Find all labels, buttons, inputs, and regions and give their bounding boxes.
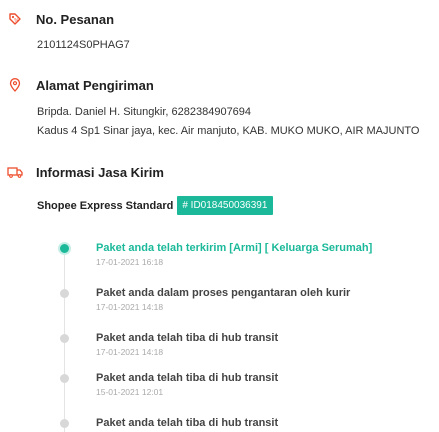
truck-icon — [4, 163, 26, 181]
shipping-section-title: Informasi Jasa Kirim — [36, 164, 164, 180]
timeline-status: Paket anda telah tiba di hub transit — [96, 372, 279, 384]
timeline-dot — [60, 419, 69, 428]
timeline-item: Paket anda telah tiba di hub transit 15-… — [0, 362, 439, 402]
timeline-status: Paket anda telah terkirim [Armi] [ Kelua… — [96, 242, 373, 254]
recipient-info: Bripda. Daniel H. Situngkir, 62823849076… — [37, 106, 252, 118]
courier-row: Shopee Express Standard # ID018450036391 — [37, 196, 274, 215]
tag-icon: % — [4, 10, 26, 28]
timeline-time: 17-01-2021 14:18 — [96, 302, 164, 312]
timeline-dot-active — [58, 242, 71, 255]
order-number: 2101124S0PHAG7 — [37, 39, 130, 51]
timeline-item: Paket anda telah terkirim [Armi] [ Kelua… — [0, 232, 439, 272]
address-section-title: Alamat Pengiriman — [36, 77, 154, 93]
timeline-item: Paket anda telah tiba di hub transit 17-… — [0, 322, 439, 362]
timeline-item: Paket anda telah tiba di hub transit — [0, 407, 439, 432]
order-section-header: % No. Pesanan — [0, 10, 114, 28]
timeline-dot — [60, 334, 69, 343]
shipping-section-header: Informasi Jasa Kirim — [0, 163, 164, 181]
timeline-item: Paket anda dalam proses pengantaran oleh… — [0, 277, 439, 317]
timeline-time: 17-01-2021 14:18 — [96, 347, 164, 357]
tracking-number-badge[interactable]: # ID018450036391 — [177, 196, 274, 215]
timeline-status: Paket anda telah tiba di hub transit — [96, 417, 279, 429]
timeline-status: Paket anda dalam proses pengantaran oleh… — [96, 287, 351, 299]
order-section-title: No. Pesanan — [36, 11, 115, 27]
location-pin-icon — [4, 76, 26, 94]
timeline-time: 15-01-2021 12:01 — [96, 387, 164, 397]
address-line: Kadus 4 Sp1 Sinar jaya, kec. Air manjuto… — [37, 125, 420, 137]
timeline-dot — [60, 289, 69, 298]
address-section-header: Alamat Pengiriman — [0, 76, 154, 94]
timeline-dot — [60, 374, 69, 383]
timeline-status: Paket anda telah tiba di hub transit — [96, 332, 279, 344]
timeline-time: 17-01-2021 16:18 — [96, 257, 164, 267]
svg-text:%: % — [14, 18, 19, 24]
courier-name: Shopee Express Standard — [37, 199, 174, 212]
